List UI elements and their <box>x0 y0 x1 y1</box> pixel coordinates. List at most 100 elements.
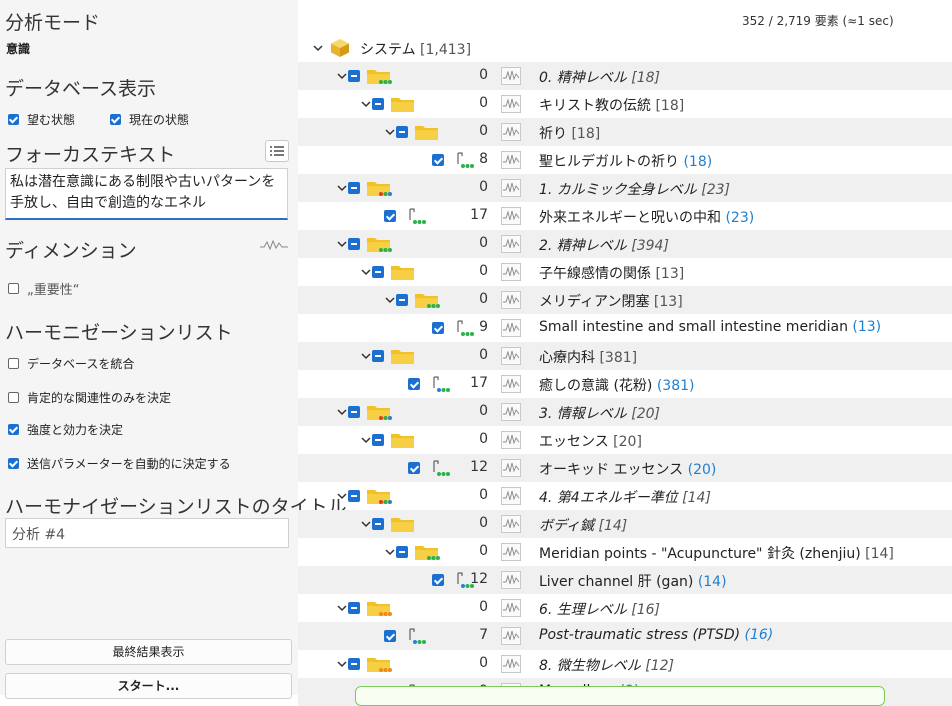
chevron-down-icon[interactable] <box>336 238 348 250</box>
partial-check-icon[interactable] <box>396 126 408 138</box>
tree-root-row[interactable]: システム [1,413] <box>298 34 952 62</box>
checkbox-checked-icon[interactable] <box>408 378 420 390</box>
tree-leaf-row[interactable]: 8 聖ヒルデガルトの祈り (18) <box>298 146 952 174</box>
chevron-down-icon[interactable] <box>336 406 348 418</box>
waveform-icon[interactable] <box>501 95 521 113</box>
chevron-down-icon[interactable] <box>360 350 372 362</box>
tree-folder-row[interactable]: 0 Meridian points - "Acupuncture" 針灸 (zhe… <box>298 538 952 566</box>
checkbox-checked-icon[interactable] <box>432 154 444 166</box>
checkbox-checked-icon[interactable] <box>384 210 396 222</box>
waveform-icon[interactable] <box>501 179 521 197</box>
chevron-down-icon[interactable] <box>384 294 396 306</box>
tree-folder-row[interactable]: 0 1. カルミック全身レベル [23] <box>298 174 952 202</box>
chevron-down-icon[interactable] <box>360 266 372 278</box>
chevron-down-icon[interactable] <box>360 518 372 530</box>
partial-check-icon[interactable] <box>348 238 360 250</box>
partial-check-icon[interactable] <box>348 182 360 194</box>
partial-check-icon[interactable] <box>372 98 384 110</box>
chevron-down-icon[interactable] <box>360 98 372 110</box>
partial-check-icon[interactable] <box>348 490 360 502</box>
tree-leaf-row[interactable]: 17 癒しの意識 (花粉) (381) <box>298 370 952 398</box>
focus-text-field[interactable]: 私は潜在意識にある制限や古いパターンを手放し、自由で創造的なエネル <box>5 168 288 220</box>
start-button[interactable]: スタート... <box>5 673 292 699</box>
tree-folder-row[interactable]: 0 エッセンス [20] <box>298 426 952 454</box>
chevron-down-icon[interactable] <box>336 490 348 502</box>
tree-folder-row[interactable]: 0 メリディアン閉塞 [13] <box>298 286 952 314</box>
tree-leaf-row[interactable]: 17 外来エネルギーと呪いの中和 (23) <box>298 202 952 230</box>
partial-check-icon[interactable] <box>348 70 360 82</box>
tree-folder-row[interactable]: 0 心療内科 [381] <box>298 342 952 370</box>
tree-folder-row[interactable]: 0 8. 微生物レベル [12] <box>298 650 952 678</box>
tree-folder-row[interactable]: 0 ボディ鍼 [14] <box>298 510 952 538</box>
tree-leaf-row[interactable]: 12 オーキッド エッセンス (20) <box>298 454 952 482</box>
tree-folder-row[interactable]: 0 子午線感情の関係 [13] <box>298 258 952 286</box>
root-label: システム <box>360 42 416 58</box>
waveform-icon[interactable] <box>501 431 521 449</box>
waveform-icon[interactable] <box>501 151 521 169</box>
harmonization-title-heading: ハーモナイゼーションリストのタイトル <box>5 496 347 518</box>
chevron-down-icon[interactable] <box>312 42 324 54</box>
partial-check-icon[interactable] <box>348 602 360 614</box>
desired-state-checkbox[interactable]: 望む状態 <box>8 111 75 128</box>
intensity-efficacy-checkbox[interactable]: 強度と効力を決定 <box>8 421 123 438</box>
partial-check-icon[interactable] <box>348 658 360 670</box>
waveform-icon[interactable] <box>501 235 521 253</box>
tree-folder-row[interactable]: 0 0. 精神レベル [18] <box>298 62 952 90</box>
checkbox-checked-icon[interactable] <box>408 462 420 474</box>
waveform-icon[interactable] <box>501 207 521 225</box>
waveform-icon[interactable] <box>501 543 521 561</box>
waveform-icon[interactable] <box>501 319 521 337</box>
tree-folder-row[interactable]: 0 キリスト教の伝統 [18] <box>298 90 952 118</box>
waveform-icon[interactable] <box>501 375 521 393</box>
positive-only-checkbox[interactable]: 肯定的な関連性のみを決定 <box>8 389 171 406</box>
list-icon[interactable] <box>265 140 289 162</box>
waveform-icon[interactable] <box>501 599 521 617</box>
waveform-icon[interactable] <box>501 123 521 141</box>
chevron-down-icon[interactable] <box>384 126 396 138</box>
analysis-tree[interactable]: システム [1,413] 0 0. 精神レベル [18] 0 キリスト教の伝統 [18… <box>298 34 952 706</box>
waveform-icon[interactable] <box>501 459 521 477</box>
waveform-icon[interactable] <box>501 627 521 645</box>
tree-leaf-row[interactable]: 12 Liver channel 肝 (gan) (14) <box>298 566 952 594</box>
chevron-down-icon[interactable] <box>360 434 372 446</box>
current-state-checkbox[interactable]: 現在の状態 <box>110 111 189 128</box>
waveform-icon[interactable] <box>501 403 521 421</box>
importance-checkbox[interactable]: „重要性“ <box>8 279 79 298</box>
chevron-down-icon[interactable] <box>336 602 348 614</box>
tree-leaf-row[interactable]: 7 Post-traumatic stress (PTSD) (16) <box>298 622 952 650</box>
waveform-icon[interactable] <box>501 487 521 505</box>
harmonization-title-input[interactable]: 分析 #4 <box>5 518 289 548</box>
waveform-icon[interactable] <box>501 263 521 281</box>
checkbox-checked-icon[interactable] <box>384 630 396 642</box>
partial-check-icon[interactable] <box>372 434 384 446</box>
tree-folder-row[interactable]: 0 3. 情報レベル [20] <box>298 398 952 426</box>
partial-check-icon[interactable] <box>396 546 408 558</box>
chevron-down-icon[interactable] <box>336 658 348 670</box>
show-final-result-button[interactable]: 最終結果表示 <box>5 639 292 665</box>
partial-check-icon[interactable] <box>372 266 384 278</box>
tree-folder-row[interactable]: 0 4. 第4エネルギー準位 [14] <box>298 482 952 510</box>
merge-database-checkbox[interactable]: データベースを統合 <box>8 355 134 372</box>
waveform-icon[interactable] <box>258 236 290 254</box>
waveform-icon[interactable] <box>501 571 521 589</box>
waveform-icon[interactable] <box>501 655 521 673</box>
tree-folder-row[interactable]: 0 2. 精神レベル [394] <box>298 230 952 258</box>
chevron-down-icon[interactable] <box>336 182 348 194</box>
checkbox-checked-icon[interactable] <box>432 322 444 334</box>
tree-folder-row[interactable]: 0 祈り [18] <box>298 118 952 146</box>
waveform-icon[interactable] <box>501 67 521 85</box>
partial-check-icon[interactable] <box>372 518 384 530</box>
partial-check-icon[interactable] <box>372 350 384 362</box>
analysis-mode-value[interactable]: 意識 <box>6 40 30 57</box>
partial-check-icon[interactable] <box>348 406 360 418</box>
tree-leaf-row[interactable]: 9 Small intestine and small intestine mer… <box>298 314 952 342</box>
partial-check-icon[interactable] <box>396 294 408 306</box>
waveform-icon[interactable] <box>501 347 521 365</box>
checkbox-checked-icon[interactable] <box>432 574 444 586</box>
chevron-down-icon[interactable] <box>384 546 396 558</box>
waveform-icon[interactable] <box>501 291 521 309</box>
tree-folder-row[interactable]: 0 6. 生理レベル [16] <box>298 594 952 622</box>
auto-send-params-checkbox[interactable]: 送信パラメーターを自動的に決定する <box>8 455 231 472</box>
chevron-down-icon[interactable] <box>336 70 348 82</box>
waveform-icon[interactable] <box>501 515 521 533</box>
